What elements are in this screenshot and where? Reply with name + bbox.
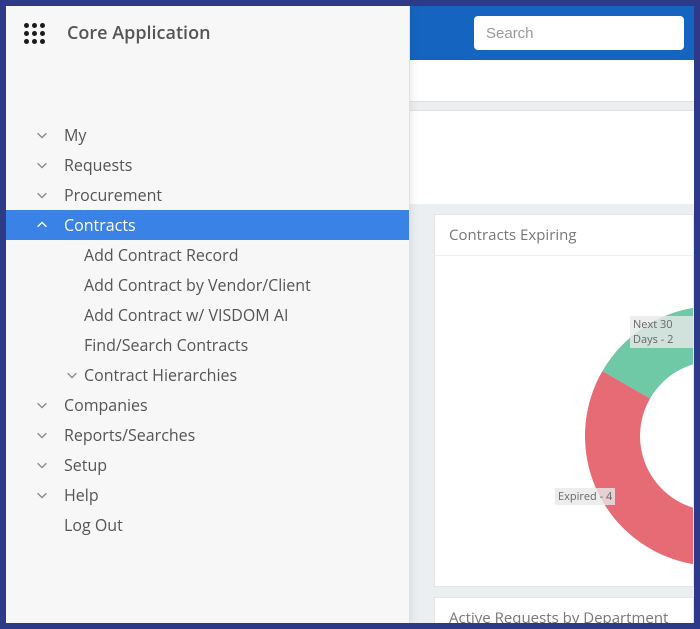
apps-grid-icon[interactable] <box>24 23 45 44</box>
sidebar-item-label: Reports/Searches <box>64 424 195 446</box>
subitem-label: Add Contract by Vendor/Client <box>84 274 311 296</box>
sidebar-title: Core Application <box>67 21 211 45</box>
sidebar-item-label: Companies <box>64 394 148 416</box>
panel-title: Contracts Expiring <box>435 215 693 256</box>
panel-title: Active Requests by Department <box>435 598 693 623</box>
sidebar-item-label: Procurement <box>64 184 162 206</box>
sidebar-item-my[interactable]: My <box>6 120 409 150</box>
sidebar-item-requests[interactable]: Requests <box>6 150 409 180</box>
sidebar-item-companies[interactable]: Companies <box>6 390 409 420</box>
content-area: Contracts Expiring Next 30 Days - 2 Expi… <box>410 60 694 623</box>
subitem-label: Find/Search Contracts <box>84 334 248 356</box>
chart-label-expired: Expired - 4 <box>555 488 615 505</box>
sidebar-item-reports[interactable]: Reports/Searches <box>6 420 409 450</box>
chevron-down-icon <box>34 458 50 472</box>
subitem-add-contract-vendor[interactable]: Add Contract by Vendor/Client <box>6 270 409 300</box>
chevron-down-icon <box>34 128 50 142</box>
sidebar-item-label: Contracts <box>64 214 136 236</box>
sidebar-item-help[interactable]: Help <box>6 480 409 510</box>
content-subheader-strip <box>410 110 694 204</box>
chevron-down-icon <box>34 428 50 442</box>
sidebar-header: Core Application <box>6 6 409 60</box>
subitem-label: Add Contract Record <box>84 244 239 266</box>
content-header-strip <box>410 60 694 102</box>
sidebar-item-procurement[interactable]: Procurement <box>6 180 409 210</box>
chevron-down-icon <box>34 488 50 502</box>
chevron-down-icon <box>34 188 50 202</box>
subitem-find-contracts[interactable]: Find/Search Contracts <box>6 330 409 360</box>
subitem-label: Add Contract w/ VISDOM AI <box>84 304 288 326</box>
sidebar-item-setup[interactable]: Setup <box>6 450 409 480</box>
chevron-down-icon <box>64 368 80 382</box>
subitem-add-contract-ai[interactable]: Add Contract w/ VISDOM AI <box>6 300 409 330</box>
chevron-up-icon <box>34 218 50 232</box>
sidebar-item-label: My <box>64 124 86 146</box>
sidebar-item-label: Setup <box>64 454 107 476</box>
donut-chart-container: Next 30 Days - 2 Expired - 4 <box>435 256 693 586</box>
sidebar-item-contracts[interactable]: Contracts <box>6 210 409 240</box>
search-container <box>474 16 684 50</box>
subitem-label: Contract Hierarchies <box>84 364 237 386</box>
subitem-contract-hierarchies[interactable]: Contract Hierarchies <box>6 360 409 390</box>
search-input[interactable] <box>486 25 672 42</box>
chart-label-next30: Next 30 Days - 2 <box>630 316 693 348</box>
subitem-add-contract-record[interactable]: Add Contract Record <box>6 240 409 270</box>
sidebar-item-label: Log Out <box>64 514 123 536</box>
sidebar-item-label: Help <box>64 484 99 506</box>
chevron-down-icon <box>34 158 50 172</box>
sidebar-item-logout[interactable]: Log Out <box>6 510 409 540</box>
sidebar-item-label: Requests <box>64 154 132 176</box>
chevron-down-icon <box>34 398 50 412</box>
sidebar-nav: My Requests Procurement Contracts <box>6 60 409 540</box>
app-frame: Core Application My Requests Procurement <box>6 6 694 623</box>
sidebar: Core Application My Requests Procurement <box>6 6 410 623</box>
panel-contracts-expiring: Contracts Expiring Next 30 Days - 2 Expi… <box>434 214 694 587</box>
panel-active-requests: Active Requests by Department <box>434 597 694 623</box>
